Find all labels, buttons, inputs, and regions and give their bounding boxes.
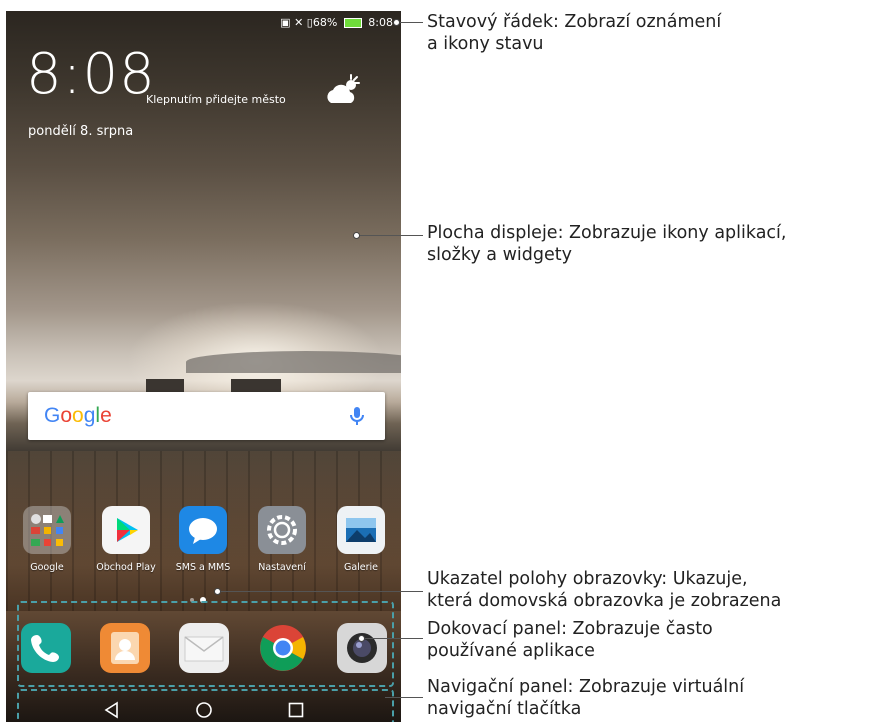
- settings-icon: [258, 506, 306, 554]
- app-label: SMS a MMS: [175, 562, 231, 573]
- annotation-line: Ukazatel polohy obrazovky: Ukazuje,: [427, 569, 748, 589]
- google-logo: Google: [44, 404, 112, 428]
- dock-highlight: [17, 601, 394, 687]
- mute-icon: ✕: [294, 16, 304, 29]
- annotation-dock: Dokovací panel: Zobrazuje často používan…: [427, 618, 713, 662]
- annotation-line: navigační tlačítka: [427, 699, 582, 719]
- nfc-icon: ▣: [280, 16, 291, 29]
- leader-dot: [393, 19, 400, 26]
- weather-icon[interactable]: [323, 71, 363, 111]
- annotation-line: Plocha displeje: Zobrazuje ikony aplikac…: [427, 223, 787, 243]
- app-settings[interactable]: Nastavení: [246, 506, 318, 573]
- app-google[interactable]: Google: [11, 506, 83, 573]
- battery-icon: [343, 18, 362, 28]
- annotation-line: Stavový řádek: Zobrazí oznámení: [427, 12, 722, 32]
- annotation-line: používané aplikace: [427, 641, 595, 661]
- leader-home-screen: [357, 235, 423, 236]
- google-logo-letter: G: [44, 404, 61, 427]
- phone-screen: ▣ ✕ ▯68% 8:08 8:08 Klepnutím přidejte mě…: [6, 11, 401, 722]
- annotation-line: Navigační panel: Zobrazuje virtuální: [427, 677, 745, 697]
- messages-icon: [179, 506, 227, 554]
- leader-dot: [214, 588, 221, 595]
- google-folder-icon: [23, 506, 71, 554]
- leader-nav-bar: [385, 697, 423, 698]
- google-logo-letter: e: [100, 404, 112, 427]
- gallery-icon: [337, 506, 385, 554]
- app-play-store[interactable]: Obchod Play: [90, 506, 162, 573]
- annotation-line: složky a widgety: [427, 245, 572, 265]
- play-store-icon: [102, 506, 150, 554]
- app-label: Google: [30, 562, 64, 573]
- annotation-page-indicator: Ukazatel polohy obrazovky: Ukazuje, kter…: [427, 568, 781, 612]
- annotation-home-screen: Plocha displeje: Zobrazuje ikony aplikac…: [427, 222, 786, 266]
- google-logo-letter: g: [83, 404, 96, 427]
- leader-dot: [358, 635, 365, 642]
- annotation-line: a ikony stavu: [427, 34, 544, 54]
- annotation-line: která domovská obrazovka je zobrazena: [427, 591, 782, 611]
- annotation-line: Dokovací panel: Zobrazuje často: [427, 619, 713, 639]
- battery-percent: 68%: [312, 16, 338, 29]
- wallpaper-hill: [186, 351, 401, 373]
- clock-widget[interactable]: 8:08: [26, 47, 156, 103]
- navbar-highlight: [17, 689, 394, 722]
- app-gallery[interactable]: Galerie: [325, 506, 397, 573]
- annotation-nav-bar: Navigační panel: Zobrazuje virtuální nav…: [427, 676, 744, 720]
- annotation-status-bar: Stavový řádek: Zobrazí oznámení a ikony …: [427, 11, 721, 55]
- leader-dot: [353, 232, 360, 239]
- status-time: 8:08: [368, 16, 393, 29]
- leader-status-bar: [398, 22, 423, 23]
- google-logo-letter: o: [60, 404, 73, 427]
- app-label: Galerie: [343, 562, 379, 573]
- leader-dock: [362, 638, 423, 639]
- mic-icon[interactable]: [345, 404, 369, 428]
- google-search-bar[interactable]: Google: [28, 392, 385, 440]
- leader-page-indicator: [218, 591, 423, 592]
- app-messages[interactable]: SMS a MMS: [167, 506, 239, 573]
- google-logo-letter: o: [72, 404, 84, 427]
- city-hint[interactable]: Klepnutím přidejte město: [146, 93, 286, 106]
- date-label: pondělí 8. srpna: [28, 124, 134, 139]
- status-bar[interactable]: ▣ ✕ ▯68% 8:08: [6, 11, 401, 37]
- status-icons: ▣ ✕ ▯68% 8:08: [280, 16, 393, 29]
- app-label: Nastavení: [258, 562, 306, 573]
- app-label: Obchod Play: [96, 562, 156, 573]
